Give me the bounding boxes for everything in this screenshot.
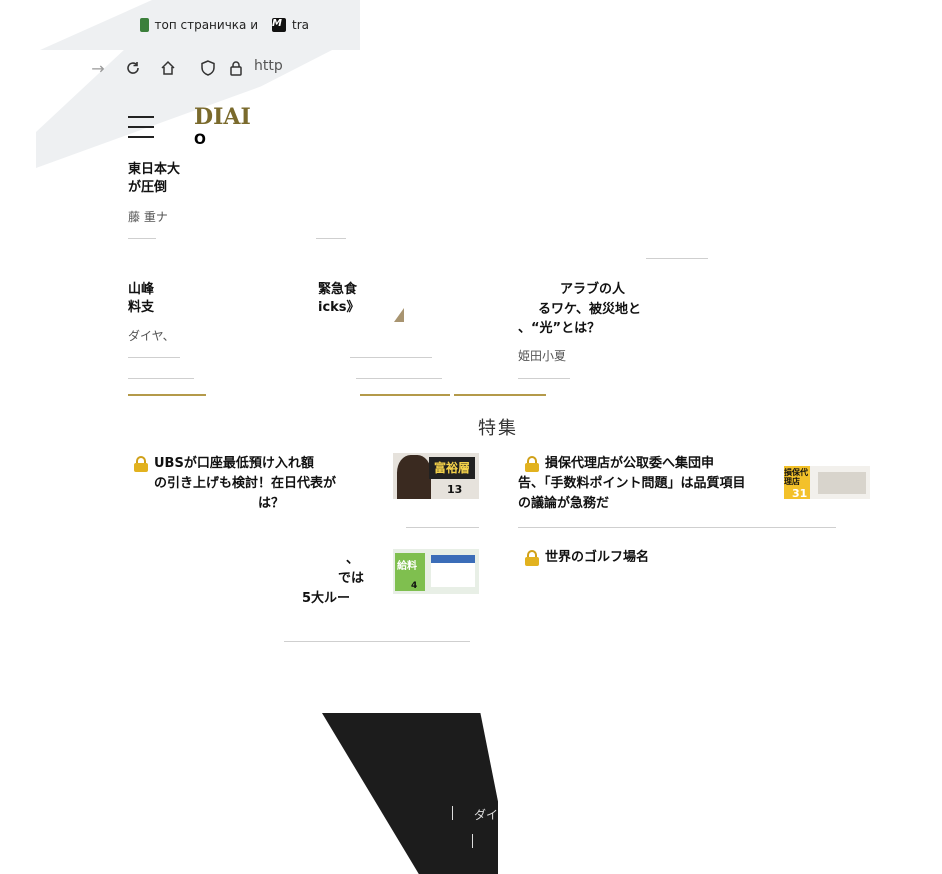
feature-title-line[interactable]: 損保代理店が公取委へ集団申 (545, 454, 714, 474)
browser-tab-label: топ страничка и (154, 18, 259, 32)
feature-title-line[interactable]: 5大ルー (302, 589, 350, 609)
thumbnail-label: 損保代理店 (784, 468, 808, 486)
divider (284, 641, 470, 642)
thumbnail-fragment (394, 308, 404, 322)
feature-thumbnail[interactable]: 富裕層 13 (393, 453, 479, 499)
house-image (431, 555, 475, 587)
feature-title-line[interactable]: は？ (258, 494, 284, 514)
article-title-line[interactable]: アラブの人 (560, 280, 625, 300)
divider (128, 378, 194, 379)
article-title-line[interactable]: 、“光”とは？ (518, 319, 600, 339)
article-author: 姫田小夏 (518, 349, 567, 363)
divider (128, 357, 180, 358)
issue-number-badge: 4 (411, 581, 418, 591)
feature-title-line[interactable]: 、 (346, 550, 359, 570)
feature-title-line[interactable]: では (338, 569, 364, 589)
section-rule (454, 394, 546, 396)
issue-number-badge: 13 (447, 483, 463, 496)
lock-icon (224, 56, 248, 80)
site-logo-sub: O (194, 132, 206, 148)
divider (356, 378, 442, 379)
browser-tab-1[interactable]: топ страничка и (140, 14, 258, 36)
footer-separator (452, 806, 453, 820)
divider (518, 378, 570, 379)
green-chart-icon (140, 18, 149, 32)
section-title: 特集 (478, 418, 518, 439)
issue-number-badge: 31 (792, 487, 808, 499)
article-title-line[interactable]: 緊急食 (318, 280, 357, 300)
feature-thumbnail[interactable]: 損保代理店 31 (784, 466, 870, 499)
shield-icon[interactable] (196, 56, 220, 80)
article-title-line[interactable]: 東日本大 (128, 160, 180, 180)
home-icon[interactable] (156, 56, 180, 80)
feature-title-line[interactable]: UBSが口座最低預け入れ額 (154, 454, 314, 474)
reload-icon[interactable] (121, 56, 145, 80)
footer-link[interactable]: ダイ (474, 806, 498, 823)
thumbnail-label: 給料 (397, 561, 417, 572)
divider (406, 527, 479, 528)
address-bar-url[interactable]: http (254, 58, 283, 74)
divider (518, 527, 836, 528)
portrait-image (397, 455, 431, 499)
office-image (818, 472, 866, 494)
section-rule (360, 394, 450, 396)
feature-title-line[interactable]: 告、「手数料ポイント問題」は品質項目 (518, 474, 746, 494)
lock-icon (134, 456, 148, 472)
feature-title-line[interactable]: の引き上げも検討！在日代表が (154, 474, 336, 494)
thumbnail-label: 富裕層 (429, 457, 475, 479)
browser-tab-2[interactable]: M tra (272, 14, 312, 36)
article-title-line[interactable]: icks》 (318, 298, 360, 318)
feature-title-line[interactable]: の議論が急務だ (518, 494, 609, 514)
divider (128, 238, 156, 239)
section-rule (128, 394, 206, 396)
article-title-line[interactable]: るワケ、被災地と (538, 300, 641, 320)
forward-icon[interactable]: → (86, 56, 110, 80)
m-logo-icon: M (272, 18, 286, 32)
feature-title-line[interactable]: 世界のゴルフ場名 (545, 548, 665, 562)
article-title-line[interactable]: が圧倒 (128, 178, 167, 198)
divider (646, 258, 708, 259)
site-logo[interactable]: DIAI (194, 104, 251, 130)
footer-separator (472, 834, 473, 848)
feature-thumbnail[interactable]: 給料 4 (393, 549, 479, 594)
divider (316, 238, 346, 239)
article-author: ダイヤ、 (128, 329, 175, 343)
article-title-line[interactable]: 料支 (128, 298, 154, 318)
divider (350, 357, 432, 358)
article-title-line[interactable]: 山峰 (128, 280, 154, 300)
menu-icon[interactable] (128, 116, 154, 138)
browser-tab-label: tra (292, 18, 309, 32)
article-author: 藤 重ナ (128, 210, 168, 224)
lock-icon (525, 456, 539, 472)
lock-icon (525, 550, 539, 566)
footer (322, 713, 498, 874)
